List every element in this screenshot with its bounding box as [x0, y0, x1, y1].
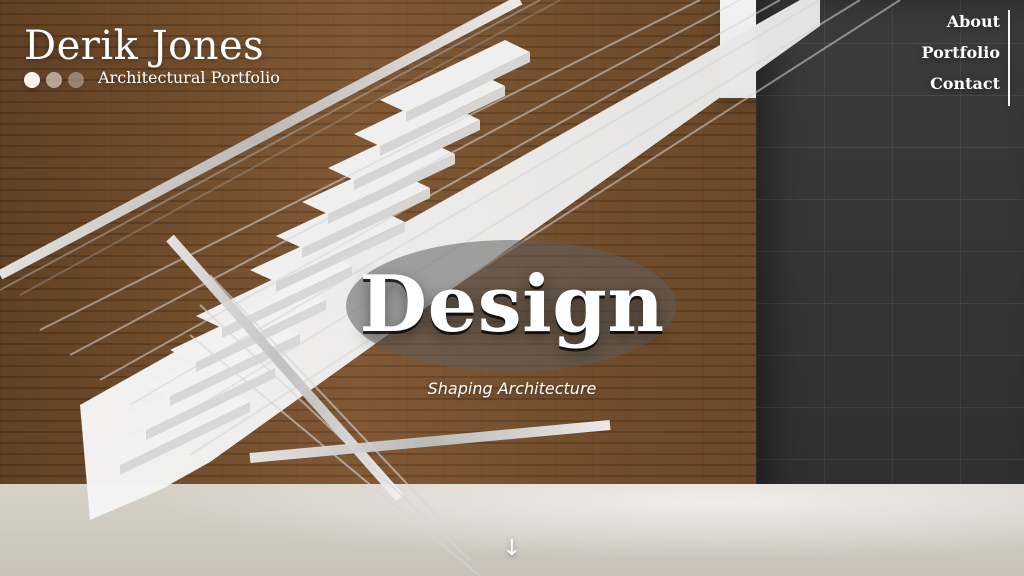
arrow-down-icon: ↓: [502, 536, 522, 561]
nav-divider: [1008, 10, 1010, 106]
hero-subtitle: Shaping Architecture: [427, 379, 597, 398]
brand-dot: [24, 72, 40, 88]
site-subtitle: Architectural Portfolio: [98, 68, 280, 87]
brand-dots: [24, 71, 88, 89]
brand-dot: [46, 72, 62, 88]
brand: Derik Jones Architectural Portfolio: [24, 24, 344, 96]
brand-dot: [68, 72, 84, 88]
site-title: Derik Jones: [24, 23, 265, 69]
hero-section: Derik Jones Architectural Portfolio Abou…: [0, 0, 1024, 576]
hero-title: Design: [359, 259, 665, 350]
nav-about-link[interactable]: About: [922, 12, 1000, 31]
top-nav: About Portfolio Contact: [900, 10, 1010, 106]
nav-portfolio-link[interactable]: Portfolio: [922, 43, 1000, 62]
nav-contact-link[interactable]: Contact: [922, 74, 1000, 93]
nav-list: About Portfolio Contact: [922, 12, 1000, 93]
scroll-down-button[interactable]: ↓: [501, 536, 523, 562]
